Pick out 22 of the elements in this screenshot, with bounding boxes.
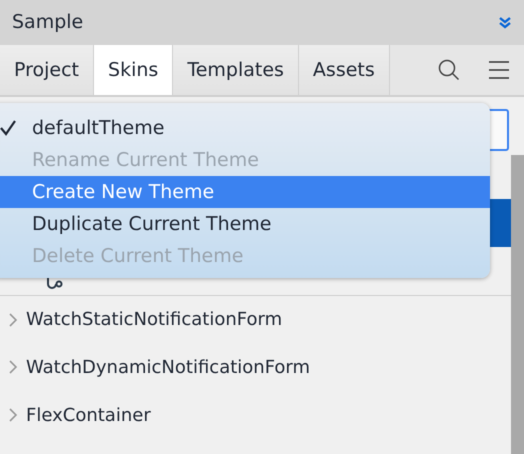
tab[interactable]: Skins <box>94 45 174 95</box>
menu-item-label: Delete Current Theme <box>32 245 244 267</box>
collapse-button[interactable] <box>498 16 512 30</box>
menu-item-label: defaultTheme <box>32 117 164 139</box>
chevron-icon[interactable] <box>8 407 18 423</box>
menu-item[interactable]: defaultTheme <box>0 112 490 144</box>
tab[interactable]: Templates <box>173 45 299 95</box>
scrollbar-thumb[interactable] <box>511 155 524 454</box>
menu-item-label: Create New Theme <box>32 181 214 203</box>
chevron-icon[interactable] <box>8 359 18 375</box>
tab[interactable]: Project <box>0 45 94 95</box>
tab[interactable]: Assets <box>298 45 390 95</box>
chevron-icon[interactable] <box>8 312 18 328</box>
menu-item[interactable]: Duplicate Current Theme <box>0 208 490 240</box>
checkmark-icon <box>0 120 17 136</box>
menu-item-label: Duplicate Current Theme <box>32 213 272 235</box>
tree-item-label[interactable]: FlexContainer <box>26 402 151 428</box>
tree-item-label[interactable]: WatchStaticNotificationForm <box>26 306 282 333</box>
menu-item[interactable]: Create New Theme <box>0 176 490 208</box>
tree-item-label[interactable]: WatchDynamicNotificationForm <box>26 354 310 380</box>
menu-item-label: Rename Current Theme <box>32 149 259 171</box>
panel-title: Sample <box>12 10 84 36</box>
